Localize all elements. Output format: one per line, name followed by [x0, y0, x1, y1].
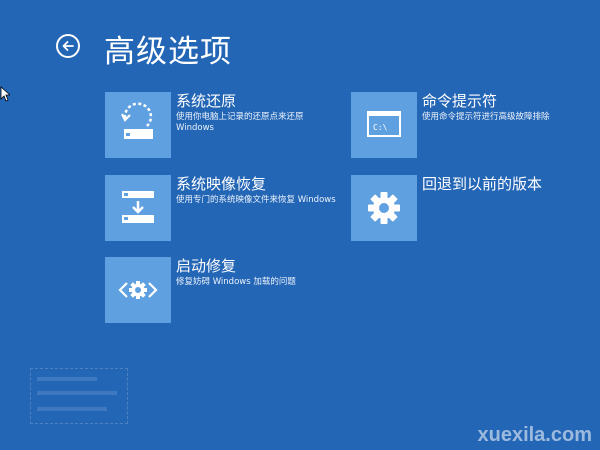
system-restore-icon — [121, 102, 153, 139]
gear-icon — [368, 192, 400, 224]
startup-repair-icon — [118, 281, 158, 299]
system-image-icon — [122, 191, 154, 223]
tile-icon-box — [105, 175, 171, 241]
tile-title: 系统映像恢复 — [176, 175, 267, 193]
tile-description: 修复妨碍 Windows 加载的问题 — [176, 277, 296, 287]
tile-icon-box: C:\ — [351, 92, 417, 158]
tile-description: 使用专门的系统映像文件来恢复 Windows — [176, 195, 336, 205]
svg-text:C:\: C:\ — [373, 123, 388, 132]
mouse-cursor-icon — [0, 86, 10, 102]
tile-icon-box — [105, 257, 171, 323]
tile-icon-box — [351, 175, 417, 241]
tile-system-restore[interactable]: 系统还原 使用你电脑上记录的还原点来还原 Windows — [105, 92, 341, 158]
tile-icon-box — [105, 92, 171, 158]
command-prompt-icon: C:\ — [367, 111, 401, 137]
tile-command-prompt[interactable]: C:\ 命令提示符 使用命令提示符进行高级故障排除 — [351, 92, 587, 158]
back-arrow-icon — [62, 41, 74, 51]
tile-description: 使用命令提示符进行高级故障排除 — [422, 112, 550, 122]
tile-startup-repair[interactable]: 启动修复 修复妨碍 Windows 加载的问题 — [105, 257, 341, 323]
tile-system-image-recovery[interactable]: 系统映像恢复 使用专门的系统映像文件来恢复 Windows — [105, 175, 341, 241]
tile-title: 启动修复 — [176, 257, 237, 275]
blur-line — [37, 407, 107, 411]
back-button[interactable] — [56, 34, 80, 58]
blurred-region — [30, 368, 128, 424]
tile-title: 回退到以前的版本 — [422, 175, 543, 193]
watermark: xuexila.com — [477, 424, 592, 446]
tile-go-back-previous-version[interactable]: 回退到以前的版本 — [351, 175, 587, 241]
tile-description: 使用你电脑上记录的还原点来还原 Windows — [176, 112, 304, 133]
page-title: 高级选项 — [104, 34, 232, 70]
tile-title: 命令提示符 — [422, 92, 498, 110]
tile-title: 系统还原 — [176, 92, 237, 110]
blur-line — [37, 391, 117, 395]
blur-line — [37, 377, 97, 381]
